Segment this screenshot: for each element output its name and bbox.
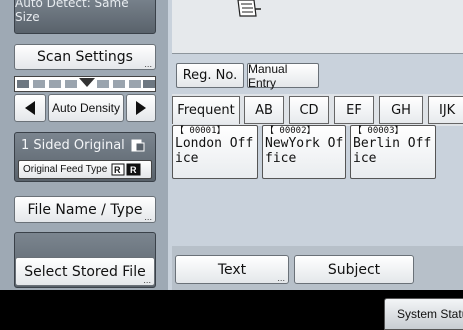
file-name-type-label: File Name / Type — [27, 201, 143, 218]
density-lighter-button[interactable] — [14, 94, 46, 122]
auto-detect-box: Auto Detect: Same Size — [14, 0, 156, 34]
scan-settings-button[interactable]: Scan Settings — [14, 44, 156, 70]
tab-gh[interactable]: GH — [379, 96, 423, 124]
message-area — [172, 0, 463, 54]
tab-frequent-label: Frequent — [177, 103, 235, 118]
tab-gh-label: GH — [391, 102, 411, 118]
system-status-label: System Status — [397, 307, 463, 321]
destination-name-line2: ice — [175, 151, 199, 166]
tab-ef[interactable]: EF — [334, 96, 374, 124]
svg-text:R: R — [130, 165, 137, 175]
text-label: Text — [217, 261, 247, 278]
subject-label: Subject — [327, 261, 381, 278]
destination-name-line1: NewYork Of — [265, 136, 344, 151]
destination-newyork[interactable]: 【 00002】 NewYork Of fice — [262, 125, 346, 179]
manual-entry-button[interactable]: Manual Entry — [247, 61, 319, 90]
reg-no-label: Reg. No. — [182, 68, 238, 83]
svg-text:R: R — [114, 165, 121, 175]
feed-type-icon: R R — [111, 163, 141, 176]
sided-original-icon — [131, 139, 145, 152]
text-button[interactable]: Text — [175, 255, 289, 284]
file-name-type-button[interactable]: File Name / Type — [14, 196, 156, 223]
manual-entry-label: Manual Entry — [248, 61, 288, 90]
destination-name-line2: fice — [265, 151, 297, 166]
destination-name-line2: ice — [353, 151, 377, 166]
density-pointer-icon — [79, 78, 95, 87]
destination-berlin[interactable]: 【 00003】 Berlin Off ice — [350, 125, 436, 179]
density-darker-button[interactable] — [126, 94, 156, 122]
feed-type-label: Original Feed Type — [23, 164, 108, 175]
tab-cd-label: CD — [299, 102, 319, 118]
auto-density-label: Auto Density — [51, 101, 121, 115]
destination-id: 【 00003】 — [353, 126, 404, 136]
right-arrow-icon — [136, 101, 146, 115]
sided-original-label: 1 Sided Original — [21, 138, 125, 153]
destination-london[interactable]: 【 00001】 London Off ice — [172, 125, 258, 179]
auto-density-button[interactable]: Auto Density — [48, 94, 124, 122]
destination-name-line1: Berlin Off — [353, 136, 432, 151]
document-icon — [237, 0, 261, 17]
select-stored-file-button[interactable]: Select Stored File — [15, 257, 155, 286]
select-stored-file-label: Select Stored File — [24, 263, 146, 280]
tab-cd[interactable]: CD — [289, 96, 329, 124]
system-status-button[interactable]: System Status — [384, 298, 463, 330]
tab-ab[interactable]: AB — [244, 96, 284, 124]
scan-settings-label: Scan Settings — [37, 49, 133, 65]
auto-detect-label: Auto Detect: Same Size — [15, 0, 129, 24]
destination-name-line1: London Off — [175, 136, 254, 151]
destination-id: 【 00002】 — [265, 126, 316, 136]
reg-no-button[interactable]: Reg. No. — [176, 63, 244, 88]
destination-id: 【 00001】 — [175, 126, 226, 136]
density-indicator — [14, 76, 156, 92]
tab-ijk[interactable]: IJK — [428, 96, 463, 124]
tab-ef-label: EF — [346, 102, 362, 118]
subject-button[interactable]: Subject — [294, 255, 414, 284]
tab-ab-label: AB — [255, 102, 273, 118]
tab-ijk-label: IJK — [439, 102, 456, 118]
left-arrow-icon — [25, 101, 35, 115]
sided-original-button[interactable]: 1 Sided Original Original Feed Type R R — [14, 132, 156, 182]
tab-frequent[interactable]: Frequent — [172, 96, 240, 124]
